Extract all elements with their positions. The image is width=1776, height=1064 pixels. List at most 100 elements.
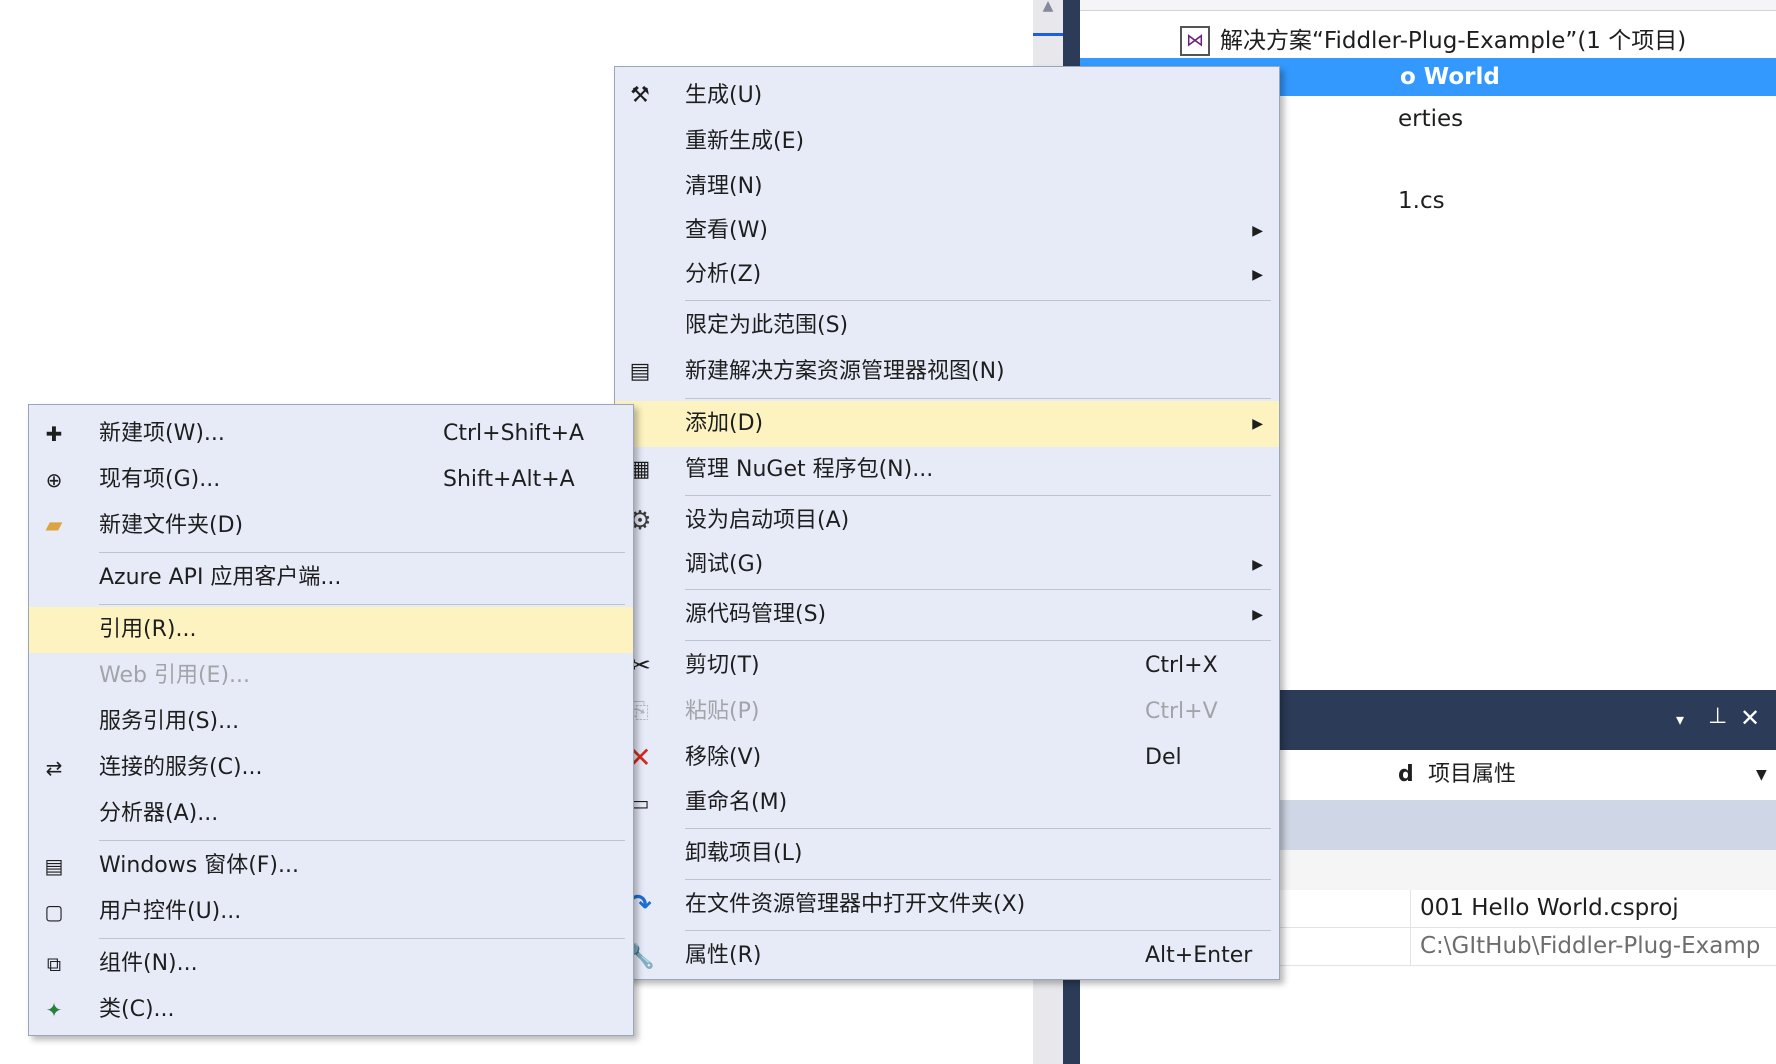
submenu-item-service-reference[interactable]: 服务引用(S)... bbox=[29, 699, 633, 745]
submenu-item-existing-item[interactable]: ⊕ 现有项(G)... Shift+Alt+A bbox=[29, 457, 633, 503]
new-item-icon: ✚ bbox=[45, 422, 63, 446]
menu-separator bbox=[99, 552, 625, 553]
menu-item-label: 重新生成(E) bbox=[685, 129, 805, 154]
submenu-item-connected-service[interactable]: ⇄ 连接的服务(C)... bbox=[29, 745, 633, 791]
new-view-icon: ▤ bbox=[629, 359, 651, 384]
menu-item-label: 剪切(T) bbox=[685, 653, 760, 678]
dropdown-arrow-icon[interactable]: ▾ bbox=[1676, 710, 1684, 729]
submenu-arrow-icon: ▶ bbox=[1252, 267, 1263, 283]
submenu-item-user-control[interactable]: ▢ 用户控件(U)... bbox=[29, 889, 633, 935]
menu-item-label: 源代码管理(S) bbox=[685, 602, 827, 627]
menu-item-unload-project[interactable]: 卸载项目(L) bbox=[615, 831, 1279, 877]
submenu-item-reference[interactable]: 引用(R)... bbox=[29, 607, 633, 653]
project-label: o World bbox=[1400, 64, 1500, 90]
menu-item-label: 属性(R) bbox=[685, 943, 762, 968]
build-icon: ⚒ bbox=[630, 83, 650, 108]
menu-item-label: 分析(Z) bbox=[685, 262, 762, 287]
menu-item-label: 清理(N) bbox=[685, 174, 763, 199]
menu-item-rename[interactable]: ▭ 重命名(M) bbox=[615, 780, 1279, 826]
menu-item-label: 引用(R)... bbox=[99, 617, 197, 642]
submenu-arrow-icon: ▶ bbox=[1252, 557, 1263, 573]
menu-item-label: 管理 NuGet 程序包(N)... bbox=[685, 457, 934, 482]
class-icon: ✦ bbox=[45, 998, 63, 1022]
menu-item-shortcut: Alt+Enter bbox=[1145, 943, 1253, 968]
submenu-item-windows-form[interactable]: ▤ Windows 窗体(F)... bbox=[29, 843, 633, 889]
menu-item-label: 卸载项目(L) bbox=[685, 841, 803, 866]
menu-item-label: 粘贴(P) bbox=[685, 699, 760, 724]
user-control-icon: ▢ bbox=[44, 900, 64, 924]
menu-item-label: 生成(U) bbox=[685, 83, 763, 108]
combo-chevron-down-icon[interactable]: ▼ bbox=[1756, 750, 1767, 800]
submenu-arrow-icon: ▶ bbox=[1252, 223, 1263, 239]
submenu-item-analyzer[interactable]: 分析器(A)... bbox=[29, 791, 633, 837]
menu-item-label: 连接的服务(C)... bbox=[99, 755, 263, 780]
menu-separator bbox=[685, 300, 1271, 301]
menu-item-label: 新建文件夹(D) bbox=[99, 513, 244, 538]
menu-item-label: 新建项(W)... bbox=[99, 421, 225, 446]
file-label: 1.cs bbox=[1398, 188, 1445, 214]
submenu-arrow-icon: ▶ bbox=[1252, 416, 1263, 432]
menu-item-label: 服务引用(S)... bbox=[99, 709, 240, 734]
submenu-item-class[interactable]: ✦ 类(C)... bbox=[29, 987, 633, 1033]
menu-item-clean[interactable]: 清理(N) bbox=[615, 164, 1279, 210]
solution-explorer-toolbar-edge bbox=[1080, 0, 1776, 11]
existing-item-icon: ⊕ bbox=[45, 468, 63, 492]
menu-item-label: 添加(D) bbox=[685, 411, 764, 436]
menu-item-cut[interactable]: ✂ 剪切(T) Ctrl+X bbox=[615, 643, 1279, 689]
menu-item-label: Web 引用(E)... bbox=[99, 663, 251, 688]
menu-item-paste[interactable]: ⎘ 粘贴(P) Ctrl+V bbox=[615, 689, 1279, 735]
menu-item-manage-nuget[interactable]: ▦ 管理 NuGet 程序包(N)... bbox=[615, 447, 1279, 493]
submenu-item-web-reference[interactable]: Web 引用(E)... bbox=[29, 653, 633, 699]
cell-divider bbox=[1410, 890, 1411, 927]
menu-item-shortcut: Ctrl+X bbox=[1145, 653, 1218, 678]
menu-item-label: 重命名(M) bbox=[685, 790, 788, 815]
menu-item-source-control[interactable]: 源代码管理(S) ▶ bbox=[615, 592, 1279, 638]
submenu-item-new-item[interactable]: ✚ 新建项(W)... Ctrl+Shift+A bbox=[29, 411, 633, 457]
new-folder-icon: ▰ bbox=[45, 513, 63, 538]
project-context-menu: ⚒ 生成(U) 重新生成(E) 清理(N) 查看(W) ▶ 分析(Z) ▶ 限定… bbox=[614, 66, 1280, 980]
menu-item-new-explorer-view[interactable]: ▤ 新建解决方案资源管理器视图(N) bbox=[615, 349, 1279, 395]
scrollbar-position-marker bbox=[1033, 33, 1063, 36]
menu-item-view[interactable]: 查看(W) ▶ bbox=[615, 208, 1279, 254]
pin-icon[interactable]: ⊥ bbox=[1708, 704, 1727, 729]
menu-item-remove[interactable]: ✕ 移除(V) Del bbox=[615, 735, 1279, 781]
menu-item-label: 现有项(G)... bbox=[99, 467, 221, 492]
menu-item-shortcut: Ctrl+V bbox=[1145, 699, 1218, 724]
scroll-up-arrow-icon[interactable]: ▲ bbox=[1038, 0, 1058, 13]
combo-label: 项目属性 bbox=[1428, 762, 1517, 787]
menu-item-rebuild[interactable]: 重新生成(E) bbox=[615, 119, 1279, 165]
cell-divider bbox=[1410, 928, 1411, 965]
menu-item-label: 用户控件(U)... bbox=[99, 899, 242, 924]
menu-item-analyze[interactable]: 分析(Z) ▶ bbox=[615, 252, 1279, 298]
menu-item-label: 查看(W) bbox=[685, 218, 768, 243]
submenu-item-azure-api-client[interactable]: Azure API 应用客户端... bbox=[29, 555, 633, 601]
menu-item-scope-to-this[interactable]: 限定为此范围(S) bbox=[615, 303, 1279, 349]
menu-item-debug[interactable]: 调试(G) ▶ bbox=[615, 542, 1279, 588]
menu-item-build[interactable]: ⚒ 生成(U) bbox=[615, 73, 1279, 119]
menu-item-label: 在文件资源管理器中打开文件夹(X) bbox=[685, 892, 1026, 917]
submenu-arrow-icon: ▶ bbox=[1252, 607, 1263, 623]
component-icon: ⧉ bbox=[46, 952, 62, 976]
menu-item-properties[interactable]: 🔧 属性(R) Alt+Enter bbox=[615, 933, 1279, 979]
connected-service-icon: ⇄ bbox=[45, 756, 63, 780]
menu-item-shortcut: Ctrl+Shift+A bbox=[443, 421, 585, 446]
solution-icon: ⋈ bbox=[1180, 26, 1210, 56]
submenu-item-new-folder[interactable]: ▰ 新建文件夹(D) bbox=[29, 503, 633, 549]
menu-item-shortcut: Shift+Alt+A bbox=[443, 467, 575, 492]
menu-item-label: 移除(V) bbox=[685, 745, 762, 770]
menu-separator bbox=[685, 495, 1271, 496]
menu-item-open-in-explorer[interactable]: ↷ 在文件资源管理器中打开文件夹(X) bbox=[615, 882, 1279, 928]
menu-item-label: 设为启动项目(A) bbox=[685, 508, 850, 533]
menu-separator bbox=[99, 840, 625, 841]
menu-item-add[interactable]: 添加(D) ▶ bbox=[615, 401, 1279, 447]
menu-item-label: 类(C)... bbox=[99, 997, 175, 1022]
submenu-item-component[interactable]: ⧉ 组件(N)... bbox=[29, 941, 633, 987]
menu-item-shortcut: Del bbox=[1145, 745, 1182, 770]
menu-item-set-startup[interactable]: ⚙ 设为启动项目(A) bbox=[615, 498, 1279, 544]
menu-item-label: 分析器(A)... bbox=[99, 801, 219, 826]
close-icon[interactable]: ✕ bbox=[1740, 704, 1760, 732]
menu-item-label: 调试(G) bbox=[685, 552, 764, 577]
property-value: C:\GItHub\Fiddler-Plug-Examp bbox=[1420, 933, 1761, 959]
menu-separator bbox=[685, 930, 1271, 931]
menu-item-label: 组件(N)... bbox=[99, 951, 198, 976]
